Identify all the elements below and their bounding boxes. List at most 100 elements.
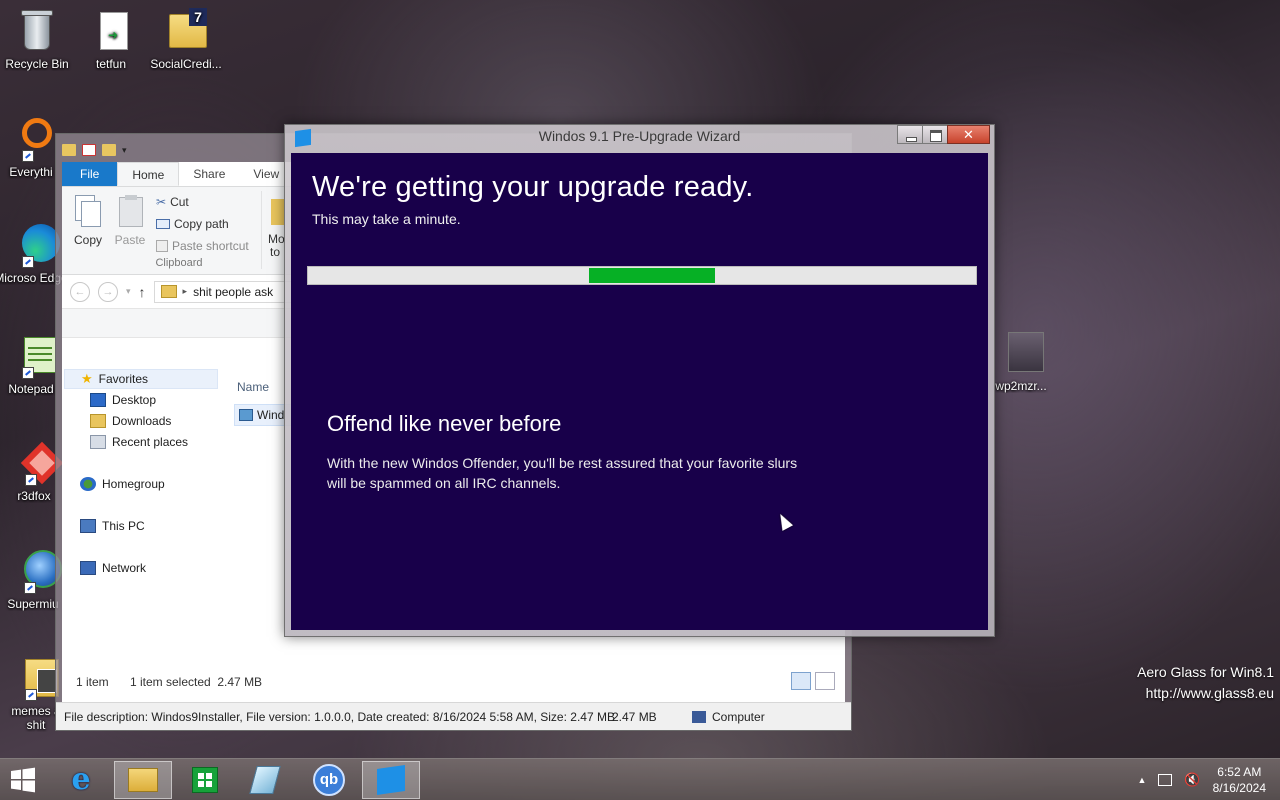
location-label: Computer xyxy=(712,709,765,724)
copy-button[interactable]: Copy xyxy=(66,195,110,247)
paste-shortcut-icon xyxy=(156,240,168,252)
store-icon xyxy=(192,767,218,793)
folder-icon xyxy=(62,144,76,156)
chevron-down-icon[interactable]: ▾ xyxy=(122,145,127,156)
watermark-line-1: Aero Glass for Win8.1 xyxy=(1137,664,1274,680)
maximize-button[interactable] xyxy=(922,125,948,144)
copy-path-icon xyxy=(156,219,170,229)
taskbar-app[interactable] xyxy=(236,761,294,799)
downloads-folder-icon xyxy=(90,414,106,428)
wizard-heading: We're getting your upgrade ready. xyxy=(312,171,754,203)
nav-label: This PC xyxy=(102,519,145,533)
cut-button[interactable]: ✂ Cut xyxy=(156,195,189,209)
installer-icon xyxy=(239,409,253,421)
chevron-down-icon[interactable]: ▾ xyxy=(126,286,131,297)
clock-time: 6:52 AM xyxy=(1217,765,1262,779)
folder-icon xyxy=(160,285,177,298)
edge-icon xyxy=(8,222,60,268)
r3dfox-icon xyxy=(11,440,64,486)
network-icon xyxy=(80,561,96,575)
forward-button[interactable]: → xyxy=(98,281,118,302)
clipboard-group-label: Clipboard xyxy=(155,257,203,269)
wizard-title: Windos 9.1 Pre-Upgrade Wizard xyxy=(538,128,741,144)
tab-home[interactable]: Home xyxy=(117,162,180,186)
wizard-icon xyxy=(377,765,405,795)
copy-path-label: Copy path xyxy=(174,217,229,231)
desktop-icon xyxy=(90,393,106,407)
taskbar-file-explorer[interactable] xyxy=(114,761,172,799)
aero-glass-watermark: Aero Glass for Win8.1 http://www.glass8.… xyxy=(1137,662,1274,704)
everything-search-icon xyxy=(8,116,54,162)
folder-icon xyxy=(13,655,59,701)
desktop-icon-label: Recycle Bin xyxy=(5,57,69,71)
nav-downloads[interactable]: Downloads xyxy=(90,411,171,431)
tab-share[interactable]: Share xyxy=(179,162,239,186)
nav-favorites[interactable]: ★ Favorites xyxy=(64,369,218,389)
desktop-icon-label: SocialCredi... xyxy=(150,57,222,71)
chevron-right-icon: ▸ xyxy=(182,286,188,296)
up-arrow-icon[interactable]: ↑ xyxy=(139,284,146,300)
taskbar-upgrade-wizard[interactable] xyxy=(362,761,420,799)
address-path: shit people ask xyxy=(193,284,274,299)
properties-icon[interactable] xyxy=(82,144,96,156)
upgrade-wizard-window[interactable]: Windos 9.1 Pre-Upgrade Wizard ✕ We're ge… xyxy=(284,124,995,637)
cut-label: Cut xyxy=(170,195,189,209)
quick-access-toolbar: ▾ xyxy=(62,138,127,162)
windows-start-icon xyxy=(11,767,35,793)
qbittorrent-icon: qb xyxy=(313,764,345,796)
nav-label: Recent places xyxy=(112,435,189,449)
taskbar-store[interactable] xyxy=(176,761,234,799)
clock-date: 8/16/2024 xyxy=(1212,781,1266,795)
nav-label: Homegroup xyxy=(102,477,165,491)
nav-network[interactable]: Network xyxy=(80,558,146,578)
item-count: 1 item xyxy=(76,675,109,689)
scissors-icon: ✂ xyxy=(156,195,167,209)
computer-icon xyxy=(80,519,96,533)
status-bar: 1 item 1 item selected 2.47 MB xyxy=(62,668,845,696)
desktop-icon-socialcredit[interactable]: 7 SocialCredi... xyxy=(149,8,223,71)
paste-button[interactable]: Paste xyxy=(108,195,152,247)
close-button[interactable]: ✕ xyxy=(947,125,990,144)
move-to-button[interactable]: Mo to xyxy=(262,195,284,259)
taskbar-internet-explorer[interactable]: e xyxy=(52,761,110,799)
desktop-icon-recycle-bin[interactable]: Recycle Bin xyxy=(0,8,74,71)
copy-icon xyxy=(73,195,103,229)
copy-path-button[interactable]: Copy path xyxy=(156,217,229,231)
feature-description: With the new Windos Offender, you'll be … xyxy=(327,455,798,491)
clock[interactable]: 6:52 AM 8/16/2024 xyxy=(1213,764,1266,796)
column-header-name[interactable]: Name xyxy=(237,380,269,394)
network-icon[interactable] xyxy=(1158,774,1173,786)
paste-shortcut-button[interactable]: Paste shortcut xyxy=(156,239,249,253)
nav-recent-places[interactable]: Recent places xyxy=(90,432,188,452)
volume-muted-icon[interactable]: 🔇 xyxy=(1184,772,1200,788)
taskbar-qbittorrent[interactable]: qb xyxy=(300,761,358,799)
desktop-icon-tetfun[interactable]: ➜ tetfun xyxy=(74,8,148,71)
nav-label: Downloads xyxy=(112,414,172,428)
window-controls: ✕ xyxy=(897,125,990,144)
file-size: 2.47 MB xyxy=(612,709,657,724)
desktop-icon-wp2mzr[interactable]: wp2mzr... xyxy=(984,330,1058,393)
star-icon: ★ xyxy=(81,371,93,386)
minimize-button[interactable] xyxy=(897,125,923,144)
progress-bar xyxy=(307,266,977,285)
computer-icon xyxy=(692,710,706,723)
desktop-icon-label: tetfun xyxy=(95,57,127,71)
feature-title: Offend like never before xyxy=(327,411,562,436)
homegroup-icon xyxy=(80,477,96,491)
watermark-line-2: http://www.glass8.eu xyxy=(1145,685,1274,701)
back-button[interactable]: ← xyxy=(70,281,90,302)
nav-this-pc[interactable]: This PC xyxy=(80,516,145,536)
new-folder-icon[interactable] xyxy=(102,144,116,156)
view-buttons xyxy=(791,672,835,690)
large-icons-view-button[interactable] xyxy=(815,672,835,690)
details-view-button[interactable] xyxy=(791,672,811,690)
show-hidden-icons-button[interactable]: ▲ xyxy=(1138,775,1147,785)
wizard-content: We're getting your upgrade ready. This m… xyxy=(291,153,988,630)
tab-file[interactable]: File xyxy=(62,162,118,186)
move-to-label: Mo to xyxy=(268,232,284,259)
nav-label: Network xyxy=(102,561,147,575)
nav-homegroup[interactable]: Homegroup xyxy=(80,474,165,494)
nav-desktop[interactable]: Desktop xyxy=(90,390,156,410)
recycle-bin-icon xyxy=(14,8,60,54)
start-button[interactable] xyxy=(0,761,46,799)
